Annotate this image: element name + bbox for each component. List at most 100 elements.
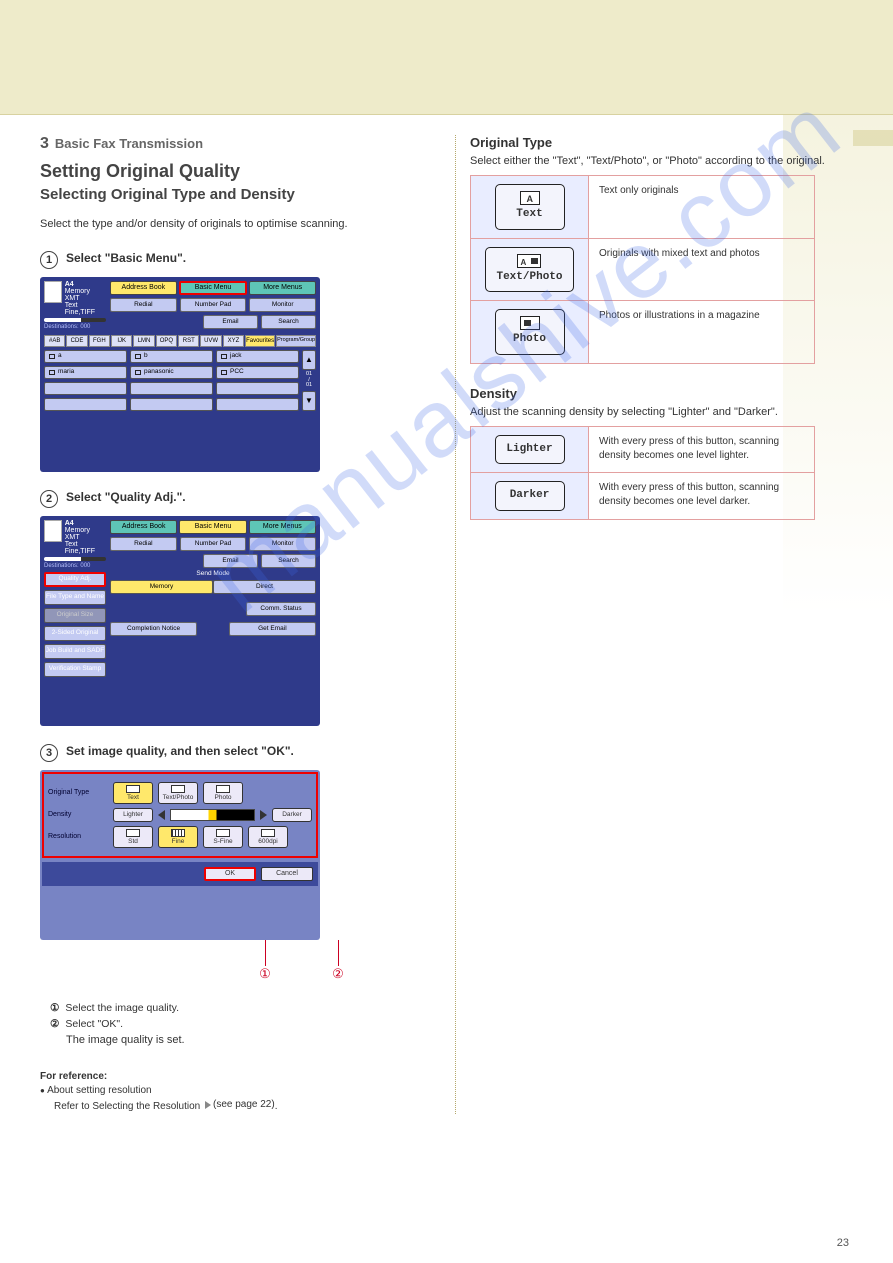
btn-lighter[interactable]: Lighter: [113, 808, 153, 822]
btn-get-email[interactable]: Get Email: [229, 622, 316, 636]
tab-basic-menu[interactable]: Basic Menu: [179, 520, 246, 534]
btn-ok[interactable]: OK: [204, 867, 256, 881]
alpha-tab[interactable]: OPQ: [156, 335, 177, 347]
row-textphoto-icon: Text/Photo: [471, 238, 589, 300]
alpha-tab[interactable]: RST: [178, 335, 199, 347]
tab-address-book[interactable]: Address Book: [110, 520, 177, 534]
addr-entry[interactable]: [130, 398, 213, 411]
btn-memory[interactable]: Memory: [110, 580, 213, 594]
btn-quality-adj[interactable]: Quality Adj.: [44, 572, 106, 587]
btn-darker[interactable]: Darker: [272, 808, 312, 822]
alpha-tab[interactable]: XYZ: [223, 335, 244, 347]
step3-result: The image quality is set.: [66, 1034, 440, 1046]
btn-type-text[interactable]: Text: [113, 782, 153, 804]
intro-text: Select the type and/or density of origin…: [40, 217, 440, 233]
alpha-tab[interactable]: IJK: [111, 335, 132, 347]
lcd-label: Photo: [506, 332, 554, 347]
envelope-icon: [135, 370, 141, 375]
btn-email[interactable]: Email: [203, 315, 258, 329]
scroll-down-button[interactable]: ▼: [302, 391, 316, 411]
btn-verify-stamp[interactable]: Verification Stamp: [44, 662, 106, 677]
tab-more-menus[interactable]: More Menus: [249, 520, 316, 534]
addr-entry[interactable]: [130, 382, 213, 395]
scroll-up-button[interactable]: ▲: [302, 350, 316, 370]
send-mode-label: Send Mode: [110, 568, 316, 581]
lcd-btn-text: Text: [495, 184, 565, 229]
section-original-type: Original Type: [470, 135, 853, 150]
btn-type-textphoto[interactable]: Text/Photo: [158, 782, 198, 804]
page-icon: [44, 520, 62, 542]
tab-more-menus[interactable]: More Menus: [249, 281, 316, 295]
alpha-tabs: #AB CDE FGH IJK LMN OPQ RST UVW XYZ Favo…: [44, 335, 316, 347]
btn-jobbuild[interactable]: Job Build and SADF: [44, 644, 106, 659]
status-block: A4 Memory XMT Text Fine,TIFF Destination…: [44, 520, 106, 677]
btn-monitor[interactable]: Monitor: [249, 537, 316, 551]
addr-entry[interactable]: panasonic: [130, 366, 213, 379]
alpha-tab[interactable]: FGH: [89, 335, 110, 347]
btn-file-type[interactable]: File Type and Name: [44, 590, 106, 605]
btn-res-600[interactable]: 600dpi: [248, 826, 288, 848]
btn-2sided[interactable]: 2-Sided Original: [44, 626, 106, 641]
top-banner: [0, 0, 893, 115]
addr-entry[interactable]: a: [44, 350, 127, 363]
alpha-tab-program[interactable]: Program/Group: [276, 335, 316, 347]
step3-sublist: ①Select the image quality. ②Select "OK".: [50, 1002, 440, 1030]
footnote-line1b: Refer to Selecting the Resolution: [54, 1101, 200, 1112]
row-darker-icon: Darker: [471, 473, 589, 519]
lcd-label: Lighter: [506, 442, 554, 457]
photo-icon: [520, 316, 540, 330]
btn-res-sfine[interactable]: S-Fine: [203, 826, 243, 848]
btn-number-pad[interactable]: Number Pad: [180, 298, 247, 312]
addr-entry[interactable]: [216, 398, 299, 411]
btn-direct[interactable]: Direct: [213, 580, 316, 594]
chapter-heading: 3 Basic Fax Transmission: [40, 135, 440, 153]
status-meter: [44, 318, 106, 322]
tab-basic-menu[interactable]: Basic Menu: [179, 281, 248, 295]
callout-1: ①: [259, 966, 271, 982]
alpha-tab[interactable]: UVW: [200, 335, 221, 347]
btn-type-photo[interactable]: Photo: [203, 782, 243, 804]
btn-redial[interactable]: Redial: [110, 537, 177, 551]
alpha-tab[interactable]: LMN: [133, 335, 154, 347]
step-3-text: Set image quality, and then select "OK".: [66, 744, 294, 762]
addr-entry[interactable]: [216, 382, 299, 395]
addr-entry[interactable]: jack: [216, 350, 299, 363]
alpha-tab[interactable]: #AB: [44, 335, 65, 347]
btn-search[interactable]: Search: [261, 554, 316, 568]
row-photo-desc: Photos or illustrations in a magazine: [589, 301, 815, 363]
alpha-tab[interactable]: CDE: [66, 335, 87, 347]
btn-cancel[interactable]: Cancel: [261, 867, 313, 881]
addr-entry[interactable]: b: [130, 350, 213, 363]
btn-search[interactable]: Search: [261, 315, 316, 329]
density-slider[interactable]: [170, 809, 255, 821]
btn-completion-notice[interactable]: Completion Notice: [110, 622, 197, 636]
tab-address-book[interactable]: Address Book: [110, 281, 177, 295]
row-textphoto-desc: Originals with mixed text and photos: [589, 238, 815, 300]
alpha-tab-favourites[interactable]: Favourites: [245, 335, 275, 347]
addr-entry[interactable]: maria: [44, 366, 127, 379]
btn-res-fine[interactable]: Fine: [158, 826, 198, 848]
step-2: 2 Select "Quality Adj.".: [40, 490, 440, 508]
btn-original-size[interactable]: Original Size: [44, 608, 106, 623]
page-heading-2: Selecting Original Type and Density: [40, 186, 440, 203]
btn-res-std[interactable]: Std: [113, 826, 153, 848]
envelope-icon: [49, 370, 55, 375]
addr-entry[interactable]: [44, 398, 127, 411]
lcd-btn-textphoto: Text/Photo: [485, 247, 573, 292]
text-icon: [520, 191, 540, 205]
addr-entry[interactable]: PCC: [216, 366, 299, 379]
envelope-icon: [221, 354, 227, 359]
btn-monitor[interactable]: Monitor: [249, 298, 316, 312]
btn-number-pad[interactable]: Number Pad: [180, 537, 247, 551]
status-l1: Text: [65, 302, 106, 309]
addr-entry[interactable]: [44, 382, 127, 395]
page-body: 3 Basic Fax Transmission Setting Origina…: [0, 115, 893, 1144]
screenshot-panel-2: A4 Memory XMT Text Fine,TIFF Destination…: [40, 516, 320, 726]
envelope-icon: [135, 354, 141, 359]
page-link[interactable]: (see page 22): [205, 1098, 275, 1112]
right-column: Original Type Select either the "Text", …: [470, 135, 853, 1114]
left-column: 3 Basic Fax Transmission Setting Origina…: [40, 135, 440, 1114]
btn-email[interactable]: Email: [203, 554, 258, 568]
btn-redial[interactable]: Redial: [110, 298, 177, 312]
btn-comm-status[interactable]: Comm. Status: [246, 602, 316, 616]
